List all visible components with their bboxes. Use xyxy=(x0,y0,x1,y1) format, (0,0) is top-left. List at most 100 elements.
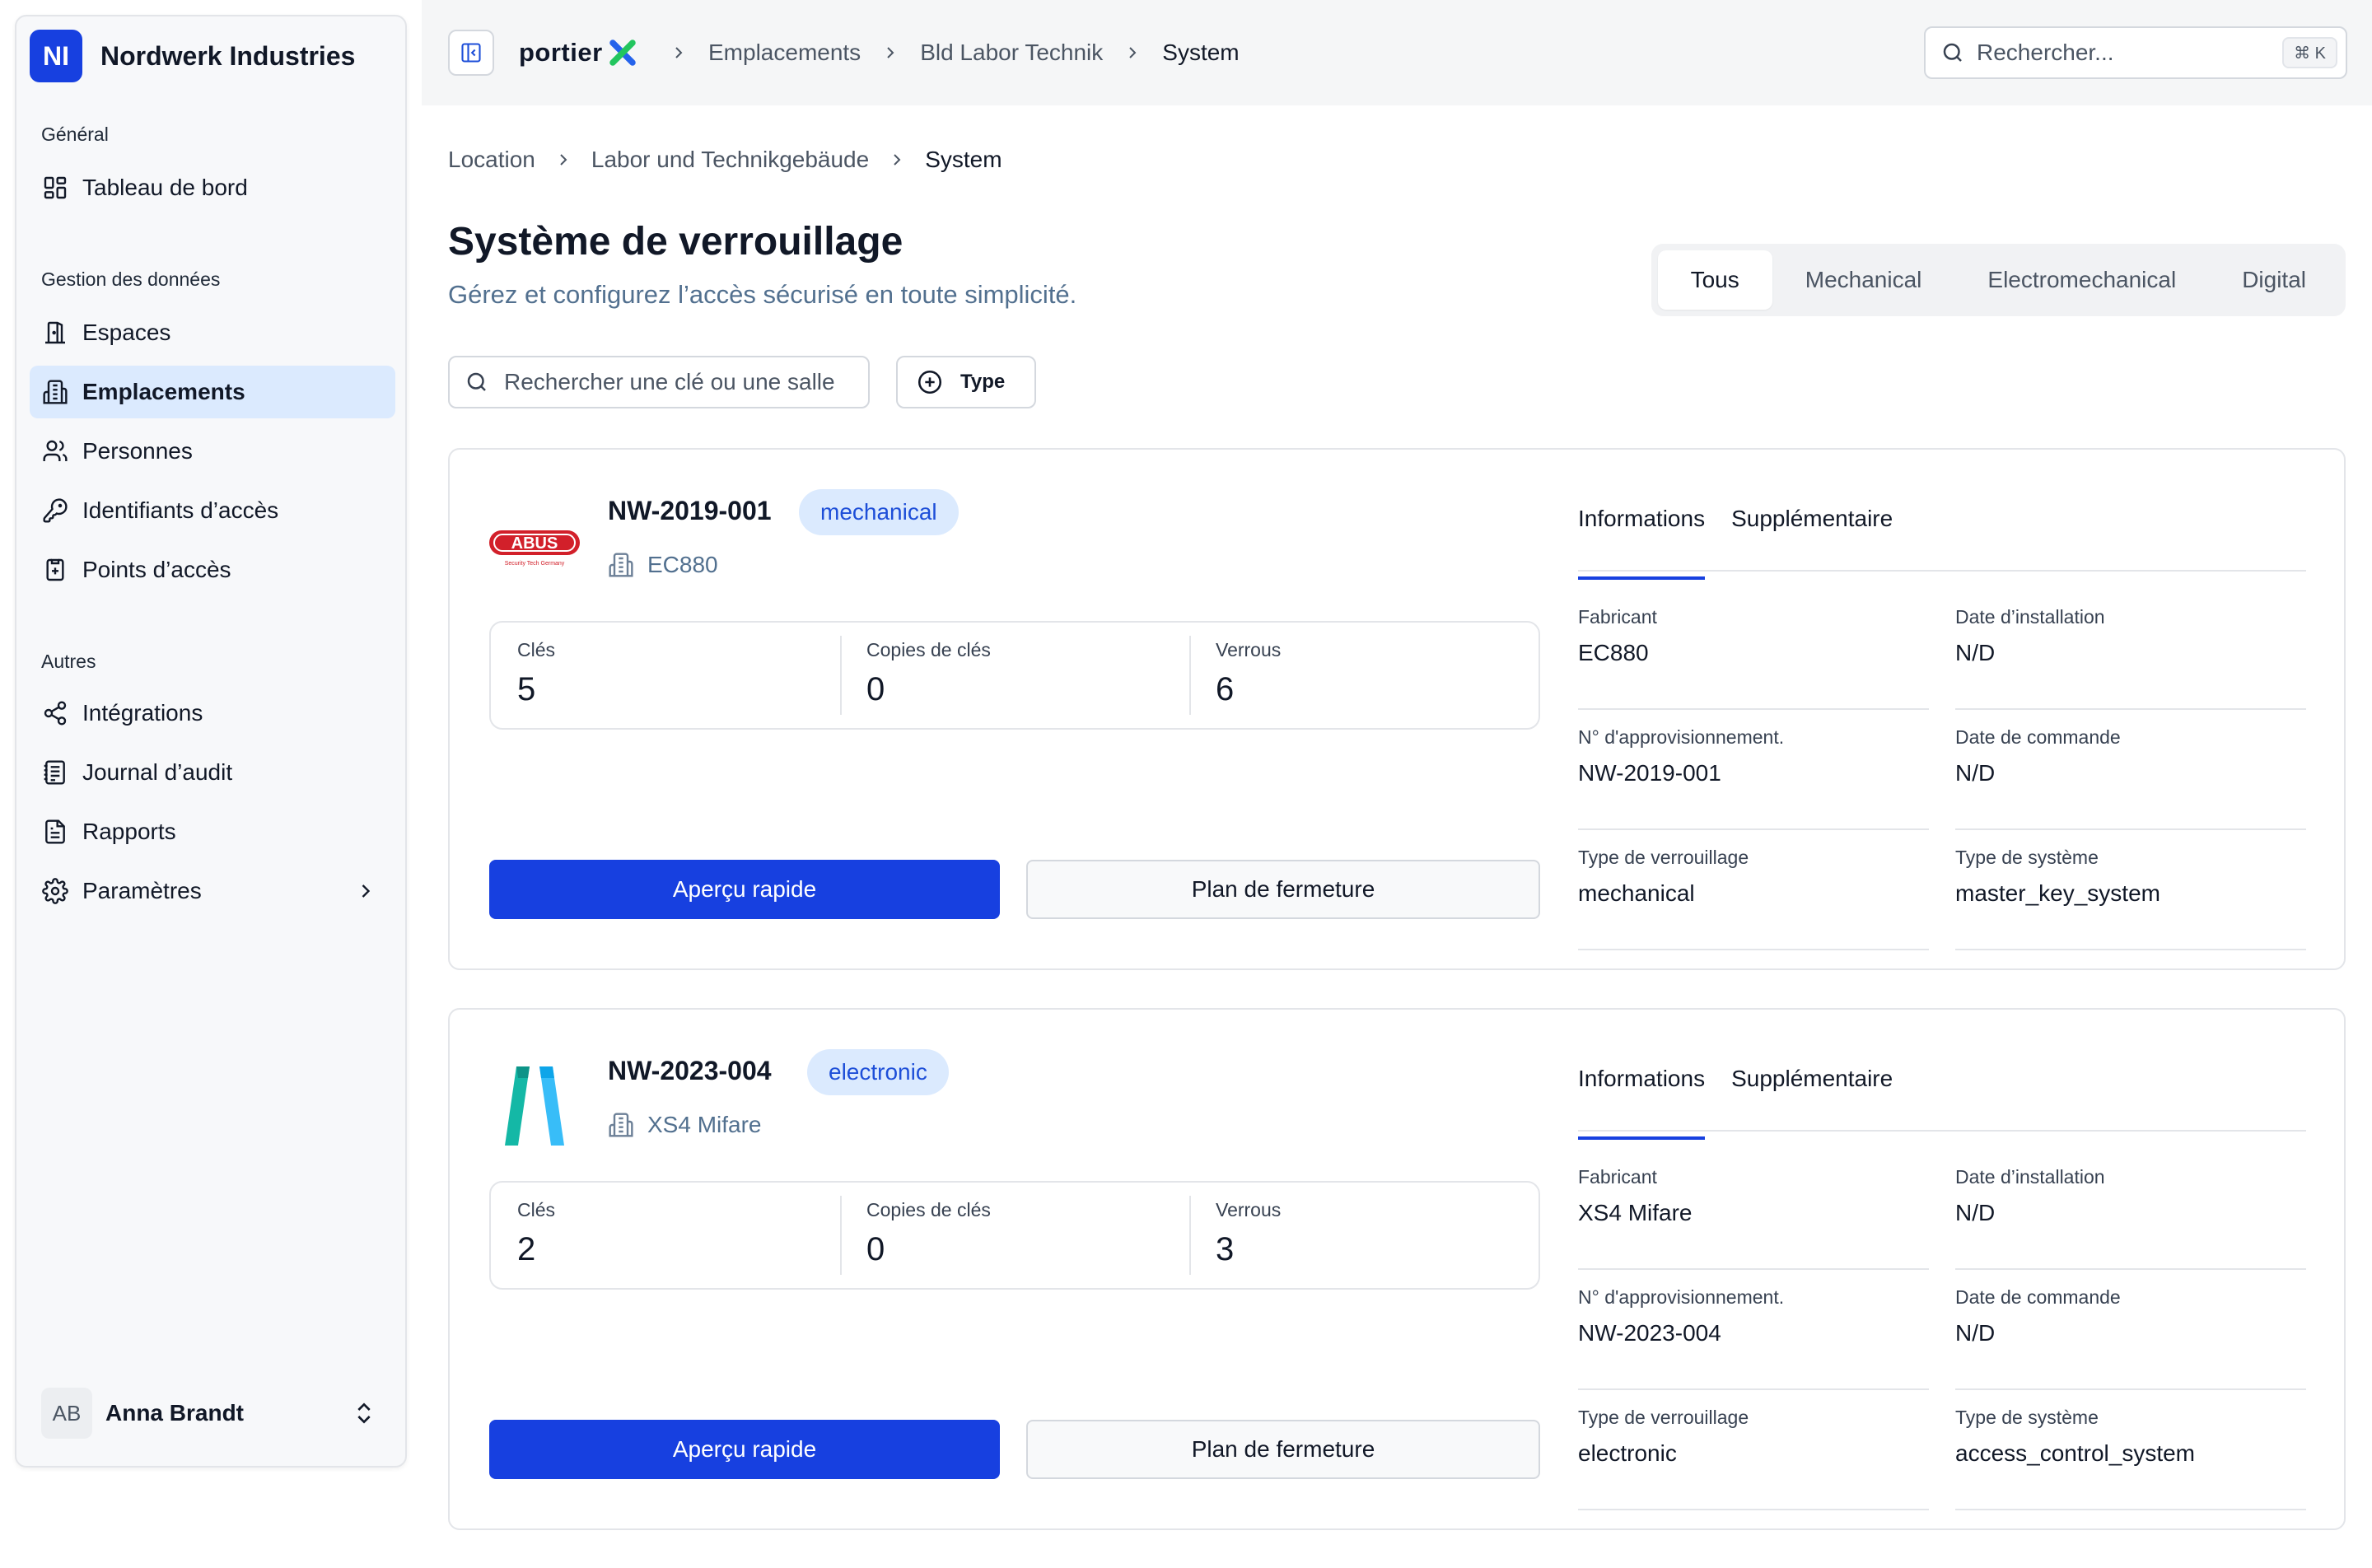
field-value: N/D xyxy=(1955,640,1996,665)
building-icon xyxy=(609,553,633,577)
search-icon xyxy=(1943,43,1962,62)
search-icon xyxy=(467,372,486,391)
sidebar-item-label: Identifiants d’accès xyxy=(82,497,279,523)
org-switcher[interactable]: NI Nordwerk Industries xyxy=(30,30,355,82)
sidebar-item-espaces[interactable]: Espaces xyxy=(30,306,395,359)
sidebar-item-integrations[interactable]: Intégrations xyxy=(30,687,395,740)
stat-key-copies: Copies de clés 0 xyxy=(840,1183,1189,1288)
field-value: N/D xyxy=(1955,1320,1996,1346)
system-id: NW-2019-001 xyxy=(608,496,772,525)
field-value: mechanical xyxy=(1578,880,1695,906)
field-value: access_control_system xyxy=(1955,1440,2196,1466)
sidebar-item-label: Personnes xyxy=(82,438,193,464)
global-search-input[interactable]: Rechercher... ⌘ K xyxy=(1924,26,2347,79)
breadcrumb-current: System xyxy=(925,147,1002,172)
sidebar-item-label: Espaces xyxy=(82,320,171,345)
quick-view-button[interactable]: Aperçu rapide xyxy=(489,860,1000,919)
field-supply-no: N° d'approvisionnement. NW-2019-001 xyxy=(1578,710,1929,830)
field-value: N/D xyxy=(1955,760,1996,786)
breadcrumb-link[interactable]: Labor und Technikgebäude xyxy=(591,147,869,173)
breadcrumb: Location Labor und Technikgebäude System xyxy=(448,145,1002,175)
field-label: Fabricant xyxy=(1578,606,1657,628)
breadcrumb-link[interactable]: Location xyxy=(448,147,535,173)
section-title-other: Autres xyxy=(41,651,96,672)
system-card: NW-2023-004 electronic XS4 Mifare Clés 2… xyxy=(448,1008,2346,1530)
breadcrumb-link[interactable]: Emplacements xyxy=(708,40,861,66)
dashboard-icon xyxy=(41,174,69,202)
stat-label: Clés xyxy=(517,1199,556,1220)
tab-informations[interactable]: Informations xyxy=(1578,496,1706,580)
stat-label: Clés xyxy=(517,639,556,660)
tab-supplementaire[interactable]: Supplémentaire xyxy=(1731,1056,1893,1130)
access-point-icon xyxy=(41,556,69,584)
stat-value: 6 xyxy=(1216,671,1235,707)
sidebar-item-points-acces[interactable]: Points d’accès xyxy=(30,544,395,596)
chevron-right-icon xyxy=(1129,47,1137,58)
locking-plan-button[interactable]: Plan de fermeture xyxy=(1026,1420,1540,1479)
sidebar-item-personnes[interactable]: Personnes xyxy=(30,425,395,478)
field-label: Date de commande xyxy=(1955,726,2121,748)
field-value: N/D xyxy=(1955,1200,1996,1225)
brand-logo[interactable]: portier xyxy=(519,35,637,71)
info-tabs: Informations Supplémentaire xyxy=(1578,1056,2306,1140)
tab-informations[interactable]: Informations xyxy=(1578,1056,1706,1140)
sidebar-item-parametres[interactable]: Paramètres xyxy=(30,865,395,917)
field-label: Date d’installation xyxy=(1955,1166,2105,1188)
sidebar-item-journal[interactable]: Journal d’audit xyxy=(30,746,395,799)
breadcrumb-current: System xyxy=(1162,40,1240,65)
type-badge: mechanical xyxy=(799,489,959,535)
system-card: ABUS Security Tech Germany NW-2019-001 m… xyxy=(448,448,2346,970)
type-filter-label: Type xyxy=(960,371,1006,393)
section-title-data: Gestion des données xyxy=(41,268,221,290)
field-system-type: Type de système access_control_system xyxy=(1955,1390,2306,1510)
field-label: N° d'approvisionnement. xyxy=(1578,726,1785,748)
sidebar-item-identifiants[interactable]: Identifiants d’accès xyxy=(30,484,395,537)
key-room-search-input[interactable]: Rechercher une clé ou une salle xyxy=(448,356,870,408)
sidebar-item-dashboard[interactable]: Tableau de bord xyxy=(30,161,395,214)
sidebar-item-label: Journal d’audit xyxy=(82,759,233,785)
field-install-date: Date d’installation N/D xyxy=(1955,1150,2306,1270)
breadcrumb-link[interactable]: Bld Labor Technik xyxy=(920,40,1103,66)
sidebar-item-emplacements[interactable]: Emplacements xyxy=(30,366,395,418)
user-menu[interactable]: AB Anna Brandt xyxy=(41,1387,385,1440)
type-filter-button[interactable]: Type xyxy=(896,356,1036,408)
org-logo: NI xyxy=(30,30,82,82)
tab-digital[interactable]: Digital xyxy=(2209,250,2339,310)
sidebar-toggle-button[interactable] xyxy=(448,30,494,76)
system-id: NW-2023-004 xyxy=(608,1056,772,1085)
door-icon xyxy=(41,319,69,347)
locking-plan-button[interactable]: Plan de fermeture xyxy=(1026,860,1540,919)
chevrons-up-down-icon xyxy=(357,1402,371,1424)
type-tabs: Tous Mechanical Electromechanical Digita… xyxy=(1651,244,2346,316)
field-value: EC880 xyxy=(1578,640,1649,665)
field-label: Type de verrouillage xyxy=(1578,1407,1749,1428)
manufacturer-name: XS4 Mifare xyxy=(647,1112,762,1137)
sidebar-item-label: Paramètres xyxy=(82,878,202,903)
sidebar-item-label: Points d’accès xyxy=(82,557,231,582)
tab-mechanical[interactable]: Mechanical xyxy=(1772,250,1955,310)
svg-text:ABUS: ABUS xyxy=(511,534,558,553)
field-value: XS4 Mifare xyxy=(1578,1200,1693,1225)
stats-panel: Clés 2 Copies de clés 0 Verrous 3 xyxy=(489,1181,1540,1290)
tab-supplementaire[interactable]: Supplémentaire xyxy=(1731,496,1893,570)
tab-electromechanical[interactable]: Electromechanical xyxy=(1954,250,2209,310)
stat-label: Copies de clés xyxy=(866,1199,991,1220)
field-label: Date d’installation xyxy=(1955,606,2105,628)
search-placeholder: Rechercher une clé ou une salle xyxy=(504,369,835,394)
settings-icon xyxy=(41,877,69,905)
tab-tous[interactable]: Tous xyxy=(1657,250,1772,310)
sidebar-item-label: Tableau de bord xyxy=(82,175,248,200)
stat-value: 0 xyxy=(866,1231,885,1267)
plus-circle-icon xyxy=(918,370,942,394)
info-panel: Informations Supplémentaire Fabricant XS… xyxy=(1578,1056,2306,1510)
sidebar-item-label: Rapports xyxy=(82,819,176,844)
field-manufacturer: Fabricant XS4 Mifare xyxy=(1578,1150,1929,1270)
stat-value: 0 xyxy=(866,671,885,707)
stat-key-copies: Copies de clés 0 xyxy=(840,623,1189,728)
sidebar-item-rapports[interactable]: Rapports xyxy=(30,805,395,858)
log-icon xyxy=(41,758,69,786)
stat-locks: Verrous 3 xyxy=(1189,1183,1539,1288)
chevron-right-icon xyxy=(560,154,567,166)
quick-view-button[interactable]: Aperçu rapide xyxy=(489,1420,1000,1479)
stat-keys: Clés 2 xyxy=(491,1183,840,1288)
